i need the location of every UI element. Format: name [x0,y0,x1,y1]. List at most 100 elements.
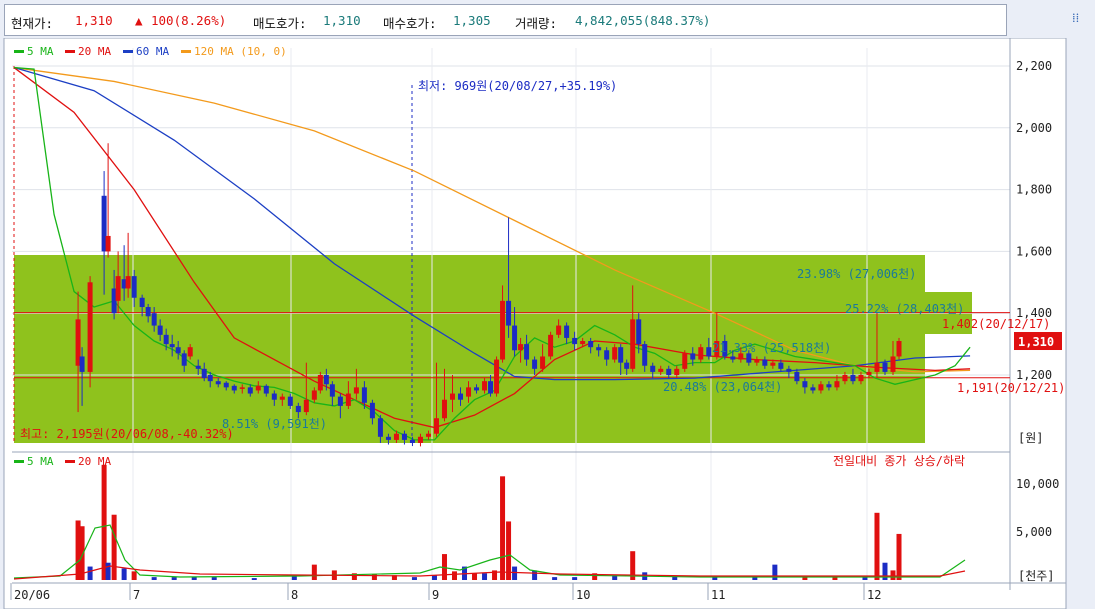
up-arrow-icon: ▲ [135,13,143,28]
candle-body [778,362,784,369]
x-tick-label: 9 [432,588,439,602]
candle-body [255,385,261,391]
x-tick-label: 12 [867,588,881,602]
candle-body [858,375,864,382]
candle-body [303,399,309,413]
candle-body [409,439,415,443]
candle-body [441,399,447,419]
volume-bar [121,568,127,580]
candle-body [345,393,351,406]
candle-body [181,353,187,366]
candle-body [163,334,169,345]
candle-body [842,375,848,382]
candle-body [401,433,407,440]
candle-body [139,297,145,308]
candle-body [239,387,245,389]
candle-body [674,368,680,375]
candle-body [337,396,343,406]
ask-price-label: 매도호가: [253,16,307,31]
volume-bar [151,577,157,580]
price-chart: 2,2002,0001,8001,6001,4001,200[원]10,0005… [3,38,1067,609]
x-tick-label: 20/06 [14,588,50,602]
candle-body [532,359,538,369]
candle-body [311,390,317,400]
candle-body [850,375,856,382]
candle-body [131,276,137,298]
y-tick-label: 1,600 [1016,244,1052,258]
current-price-label: 현재가: [11,16,54,31]
candle-body [666,368,672,375]
y-tick-label: 2,200 [1016,59,1052,73]
volume-bar [506,521,512,580]
candle-body [482,381,488,391]
candle-body [145,307,151,317]
candle-body [556,325,562,335]
candle-body [323,375,329,385]
candle-body [263,385,269,394]
candle-body [500,300,506,360]
candle-body [369,402,375,419]
candle-body [433,418,439,434]
candle-body [682,353,688,369]
recent-low-annotation: 1,191(20/12/21) [957,381,1065,395]
candle-body [175,347,181,354]
legend-swatch [65,50,75,53]
zone4-label: 20.48% (23,064천) [663,379,782,394]
candle-body [115,276,121,301]
legend-label: 120 MA (10, 0) [194,45,287,58]
candle-body [151,313,157,326]
volume-bar [874,512,880,580]
candle-body [890,356,896,372]
volume-bar [171,577,177,580]
legend-label: 5 MA [27,45,54,58]
candle-body [706,347,712,357]
candle-body [564,325,570,338]
candle-body [770,362,776,366]
candle-body [786,368,792,372]
candle-body [512,325,518,351]
volume-bar [572,577,578,580]
volume-label: 거래량: [515,16,558,31]
candle-body [874,362,880,372]
volume-bar [211,577,217,580]
candle-body [810,387,816,391]
candle-body [247,387,253,394]
chart-window: 현재가: 1,310 ▲ 100(8.26%) 매도호가: 1,310 매수호가… [0,0,1095,609]
bid-price-value: 1,305 [453,13,491,28]
candle-body [279,396,285,400]
candle-body [818,384,824,391]
volume-bar [500,476,506,580]
legend-label: 60 MA [136,45,169,58]
volume-unit-label: [천주] [1018,568,1055,583]
candle-body [231,385,237,391]
candle-body [385,436,391,440]
volume-bar [512,566,518,580]
candle-body [572,337,578,345]
candle-body [417,436,423,443]
candle-body [580,341,586,345]
candle-body [271,393,277,400]
current-price-tag-label: 1,310 [1018,335,1054,349]
volume-value: 4,842,055(848.37%) [575,13,711,28]
candle-body [488,381,494,394]
y-unit-label: [원] [1018,431,1044,445]
y-tick-label: 1,800 [1016,183,1052,197]
volume-bar [552,577,558,580]
recent-high-annotation: 1,402(20/12/17) [942,317,1050,331]
candle-body [207,375,213,382]
zone1-label: 23.98% (27,006천) [797,266,916,281]
volume-bar [191,577,197,580]
volume-bar [411,577,417,580]
candle-body [540,356,546,369]
candle-body [650,365,656,372]
volume-legend-swatch [14,460,24,463]
candle-body [882,362,888,372]
dots-menu-icon[interactable]: ⁞⁞ [1072,10,1079,26]
zone2-label: 25.22% (28,403천) [845,301,964,316]
candle-body [604,350,610,360]
candle-body [642,344,648,366]
y-tick-label: 1,200 [1016,368,1052,382]
legend-swatch [14,50,24,53]
candle-body [169,344,175,348]
candle-body [466,387,472,397]
